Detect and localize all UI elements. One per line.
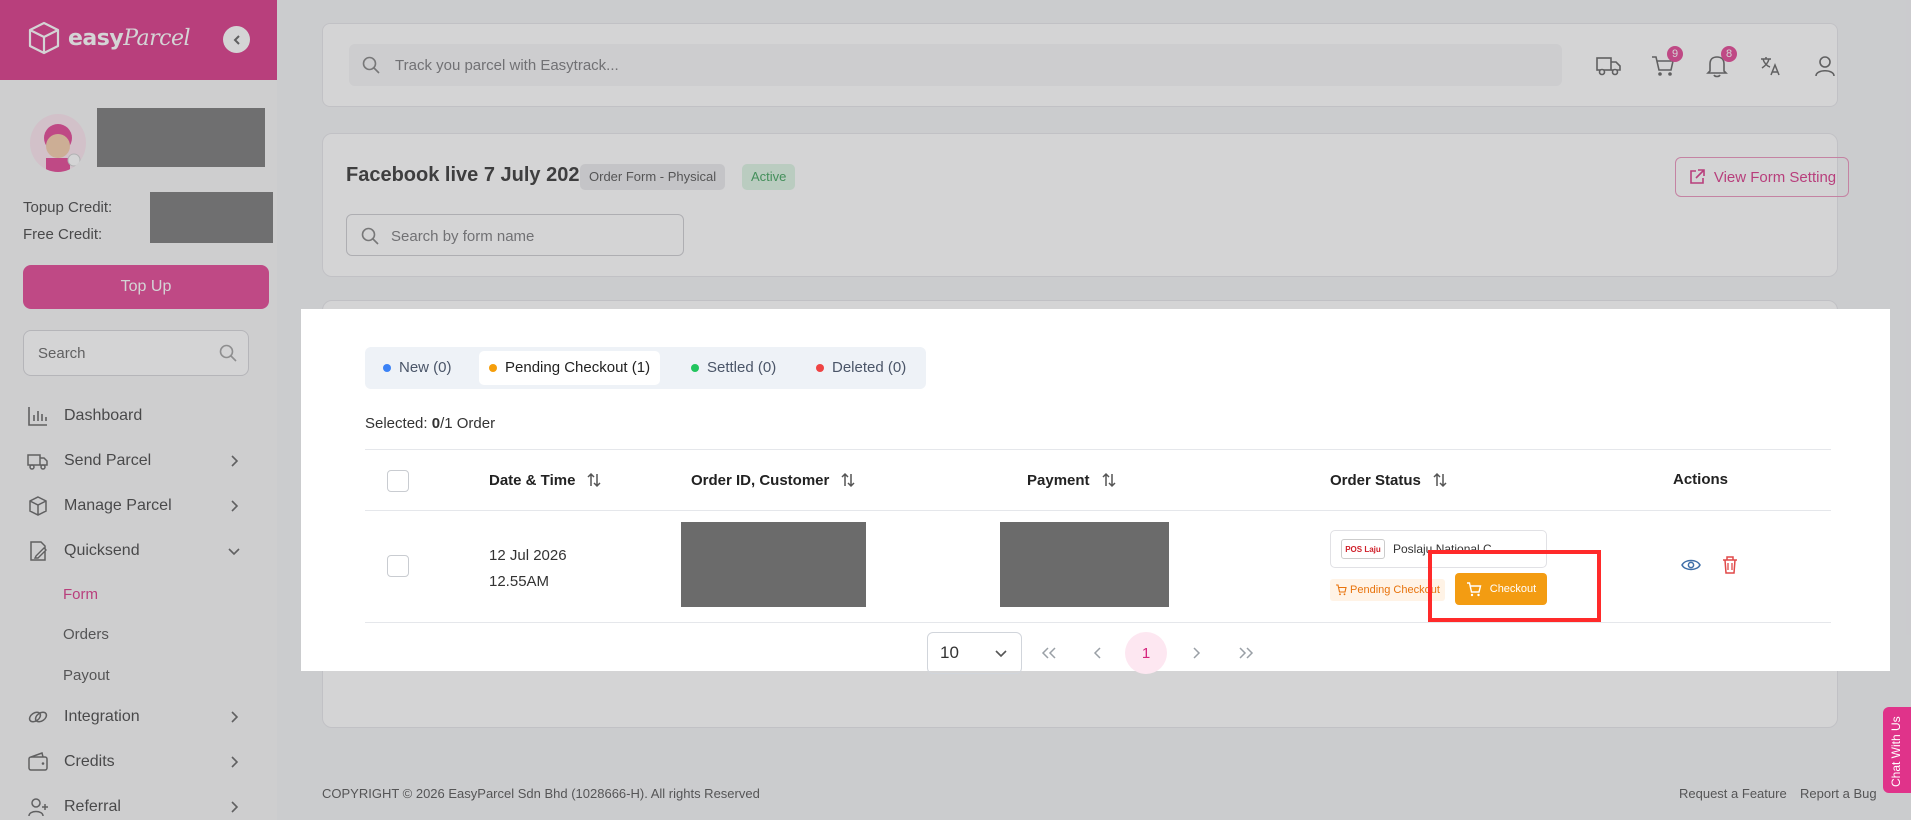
column-order-id-customer[interactable]: Order ID, Customer [691, 471, 857, 489]
order-time: 12.55AM [489, 573, 550, 590]
chat-label: Chat With Us [1889, 716, 1903, 787]
orders-panel: New (0) Pending Checkout (1) Settled (0)… [301, 309, 1890, 674]
tab-new[interactable]: New (0) [373, 351, 462, 385]
tab-dot [489, 364, 497, 372]
order-date: 12 Jul 2026 [489, 547, 567, 564]
column-payment[interactable]: Payment [1027, 471, 1118, 489]
trash-icon[interactable] [1721, 555, 1739, 575]
redacted-order-customer [681, 522, 866, 607]
chevron-left-icon [1093, 647, 1101, 659]
page-size-value: 10 [940, 643, 959, 662]
tab-label: Deleted (0) [832, 359, 907, 376]
column-label: Payment [1027, 471, 1090, 489]
last-page-button[interactable] [1225, 632, 1267, 674]
first-page-button[interactable] [1028, 632, 1070, 674]
page-number-button[interactable]: 1 [1125, 632, 1167, 674]
redacted-payment [1000, 522, 1169, 607]
table-row: 12 Jul 2026 12.55AM POS Laju Poslaju Nat… [365, 511, 1831, 623]
page-size-select[interactable]: 10 [927, 632, 1022, 674]
sort-icon [1433, 472, 1447, 488]
chevron-right-icon [1193, 647, 1201, 659]
sort-icon [1102, 472, 1116, 488]
tab-label: Settled (0) [707, 359, 777, 376]
selection-number: 0 [431, 415, 441, 432]
tab-pending-checkout[interactable]: Pending Checkout (1) [479, 351, 661, 385]
next-page-button[interactable] [1175, 632, 1217, 674]
sort-icon [841, 472, 855, 488]
column-label: Order Status [1330, 471, 1421, 489]
order-datetime: 12 Jul 2026 12.55AM [489, 543, 567, 595]
column-date-time[interactable]: Date & Time [489, 471, 603, 489]
cart-icon [1336, 584, 1347, 596]
selection-suffix: /1 Order [440, 415, 496, 432]
tab-dot [383, 364, 391, 372]
chevrons-left-icon [1041, 647, 1056, 659]
column-actions: Actions [1673, 471, 1728, 488]
column-label: Actions [1673, 471, 1729, 488]
selection-count: Selected: 0/1 Order [365, 415, 495, 432]
chat-with-us-button[interactable]: Chat With Us [1883, 707, 1911, 793]
tab-settled[interactable]: Settled (0) [681, 351, 786, 385]
select-all-checkbox[interactable] [387, 470, 409, 492]
highlight-annotation-box [1428, 550, 1601, 622]
tab-label: New (0) [399, 359, 452, 376]
chevron-down-icon [995, 650, 1007, 658]
eye-icon[interactable] [1681, 557, 1701, 573]
column-label: Date & Time [489, 471, 576, 489]
table-header: Date & Time Order ID, Customer Payment O… [365, 449, 1831, 511]
tab-dot [816, 364, 824, 372]
selection-label: Selected: [365, 415, 432, 432]
courier-logo: POS Laju [1341, 539, 1385, 559]
tab-deleted[interactable]: Deleted (0) [806, 351, 916, 385]
previous-page-button[interactable] [1077, 632, 1119, 674]
tab-label: Pending Checkout (1) [505, 359, 651, 376]
column-order-status[interactable]: Order Status [1330, 471, 1449, 489]
column-label: Order ID, Customer [691, 471, 830, 489]
sort-icon [587, 472, 601, 488]
pending-checkout-label: Pending Checkout [1350, 584, 1440, 596]
status-tabs: New (0) Pending Checkout (1) Settled (0)… [365, 347, 926, 389]
tab-dot [691, 364, 699, 372]
chevrons-right-icon [1239, 647, 1254, 659]
row-checkbox[interactable] [387, 555, 409, 577]
